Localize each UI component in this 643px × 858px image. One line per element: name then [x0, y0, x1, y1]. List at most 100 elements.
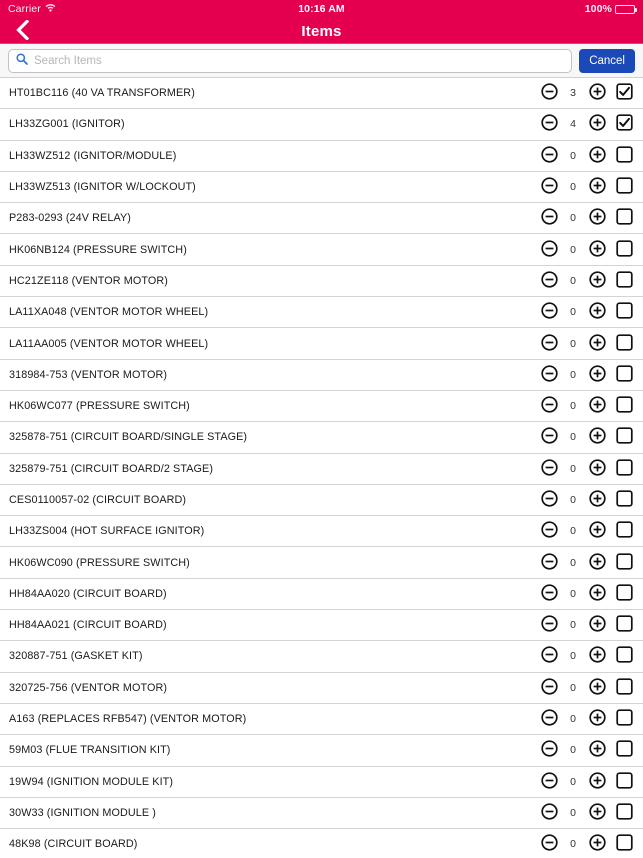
decrement-button[interactable]: [536, 268, 562, 294]
item-checkbox[interactable]: [611, 831, 637, 857]
increment-button[interactable]: [584, 800, 610, 826]
item-row[interactable]: 325878-751 (CIRCUIT BOARD/SINGLE STAGE) …: [0, 422, 643, 454]
increment-button[interactable]: [584, 706, 610, 732]
item-checkbox[interactable]: [611, 362, 637, 388]
item-checkbox[interactable]: [611, 612, 637, 638]
item-checkbox[interactable]: [611, 581, 637, 607]
item-row[interactable]: 320725-756 (VENTOR MOTOR) 0: [0, 672, 643, 704]
item-row[interactable]: LH33ZS004 (HOT SURFACE IGNITOR) 0: [0, 516, 643, 548]
item-checkbox[interactable]: [611, 487, 637, 513]
item-checkbox[interactable]: [611, 80, 637, 106]
decrement-button[interactable]: [536, 456, 562, 482]
increment-button[interactable]: [584, 487, 610, 513]
item-row[interactable]: 30W33 (IGNITION MODULE ) 0: [0, 797, 643, 830]
item-row[interactable]: 59M03 (FLUE TRANSITION KIT) 0: [0, 735, 643, 767]
item-row[interactable]: HK06WC090 (PRESSURE SWITCH) 0: [0, 547, 643, 579]
item-checkbox[interactable]: [611, 643, 637, 669]
decrement-button[interactable]: [536, 675, 562, 701]
decrement-button[interactable]: [536, 706, 562, 732]
item-checkbox[interactable]: [611, 205, 637, 231]
item-checkbox[interactable]: [611, 237, 637, 263]
item-checkbox[interactable]: [611, 550, 637, 576]
increment-button[interactable]: [584, 518, 610, 544]
decrement-button[interactable]: [536, 205, 562, 231]
increment-button[interactable]: [584, 111, 610, 137]
decrement-button[interactable]: [536, 831, 562, 857]
item-row[interactable]: HT01BC116 (40 VA TRANSFORMER) 3: [0, 78, 643, 110]
increment-button[interactable]: [584, 737, 610, 763]
item-checkbox[interactable]: [611, 424, 637, 450]
decrement-button[interactable]: [536, 174, 562, 200]
item-row[interactable]: LH33WZ512 (IGNITOR/MODULE) 0: [0, 140, 643, 172]
item-row[interactable]: A163 (REPLACES RFB547) (VENTOR MOTOR) 0: [0, 703, 643, 736]
increment-button[interactable]: [584, 393, 610, 419]
item-row[interactable]: 318984-753 (VENTOR MOTOR) 0: [0, 359, 643, 391]
increment-button[interactable]: [584, 331, 610, 357]
increment-button[interactable]: [584, 80, 610, 106]
item-row[interactable]: LA11XA048 (VENTOR MOTOR WHEEL) 0: [0, 297, 643, 329]
increment-button[interactable]: [584, 581, 610, 607]
item-row[interactable]: 320887-751 (GASKET KIT) 0: [0, 641, 643, 673]
increment-button[interactable]: [584, 831, 610, 857]
item-checkbox[interactable]: [611, 706, 637, 732]
increment-button[interactable]: [584, 237, 610, 263]
decrement-button[interactable]: [536, 299, 562, 325]
item-checkbox[interactable]: [611, 675, 637, 701]
decrement-button[interactable]: [536, 143, 562, 169]
decrement-button[interactable]: [536, 550, 562, 576]
increment-button[interactable]: [584, 299, 610, 325]
item-row[interactable]: P283-0293 (24V RELAY) 0: [0, 203, 643, 235]
decrement-button[interactable]: [536, 518, 562, 544]
item-row[interactable]: HH84AA021 (CIRCUIT BOARD) 0: [0, 610, 643, 642]
decrement-button[interactable]: [536, 643, 562, 669]
decrement-button[interactable]: [536, 769, 562, 795]
item-checkbox[interactable]: [611, 737, 637, 763]
decrement-button[interactable]: [536, 581, 562, 607]
item-row[interactable]: HH84AA020 (CIRCUIT BOARD) 0: [0, 578, 643, 611]
decrement-button[interactable]: [536, 331, 562, 357]
item-row[interactable]: 48K98 (CIRCUIT BOARD) 0: [0, 829, 643, 858]
increment-button[interactable]: [584, 612, 610, 638]
increment-button[interactable]: [584, 643, 610, 669]
increment-button[interactable]: [584, 550, 610, 576]
increment-button[interactable]: [584, 769, 610, 795]
increment-button[interactable]: [584, 675, 610, 701]
decrement-button[interactable]: [536, 424, 562, 450]
increment-button[interactable]: [584, 205, 610, 231]
increment-button[interactable]: [584, 456, 610, 482]
item-row[interactable]: CES0110057-02 (CIRCUIT BOARD) 0: [0, 484, 643, 517]
decrement-button[interactable]: [536, 237, 562, 263]
decrement-button[interactable]: [536, 362, 562, 388]
decrement-button[interactable]: [536, 80, 562, 106]
item-checkbox[interactable]: [611, 111, 637, 137]
increment-button[interactable]: [584, 143, 610, 169]
items-list[interactable]: HT01BC116 (40 VA TRANSFORMER) 3 LH33ZG00…: [0, 78, 643, 858]
item-row[interactable]: 19W94 (IGNITION MODULE KIT) 0: [0, 766, 643, 798]
item-row[interactable]: LA11AA005 (VENTOR MOTOR WHEEL) 0: [0, 328, 643, 360]
item-checkbox[interactable]: [611, 331, 637, 357]
item-checkbox[interactable]: [611, 143, 637, 169]
item-checkbox[interactable]: [611, 769, 637, 795]
cancel-button[interactable]: Cancel: [579, 48, 635, 73]
search-field[interactable]: [8, 48, 573, 73]
decrement-button[interactable]: [536, 612, 562, 638]
increment-button[interactable]: [584, 362, 610, 388]
item-checkbox[interactable]: [611, 456, 637, 482]
item-checkbox[interactable]: [611, 518, 637, 544]
back-button[interactable]: [0, 18, 44, 44]
item-row[interactable]: LH33ZG001 (IGNITOR) 4: [0, 109, 643, 141]
item-row[interactable]: LH33WZ513 (IGNITOR W/LOCKOUT) 0: [0, 171, 643, 204]
item-checkbox[interactable]: [611, 393, 637, 419]
item-checkbox[interactable]: [611, 299, 637, 325]
item-row[interactable]: HK06WC077 (PRESSURE SWITCH) 0: [0, 390, 643, 423]
increment-button[interactable]: [584, 424, 610, 450]
item-checkbox[interactable]: [611, 800, 637, 826]
decrement-button[interactable]: [536, 737, 562, 763]
item-checkbox[interactable]: [611, 268, 637, 294]
item-row[interactable]: HK06NB124 (PRESSURE SWITCH) 0: [0, 234, 643, 266]
decrement-button[interactable]: [536, 800, 562, 826]
decrement-button[interactable]: [536, 487, 562, 513]
item-row[interactable]: HC21ZE118 (VENTOR MOTOR) 0: [0, 265, 643, 298]
increment-button[interactable]: [584, 174, 610, 200]
search-input[interactable]: [34, 54, 565, 67]
